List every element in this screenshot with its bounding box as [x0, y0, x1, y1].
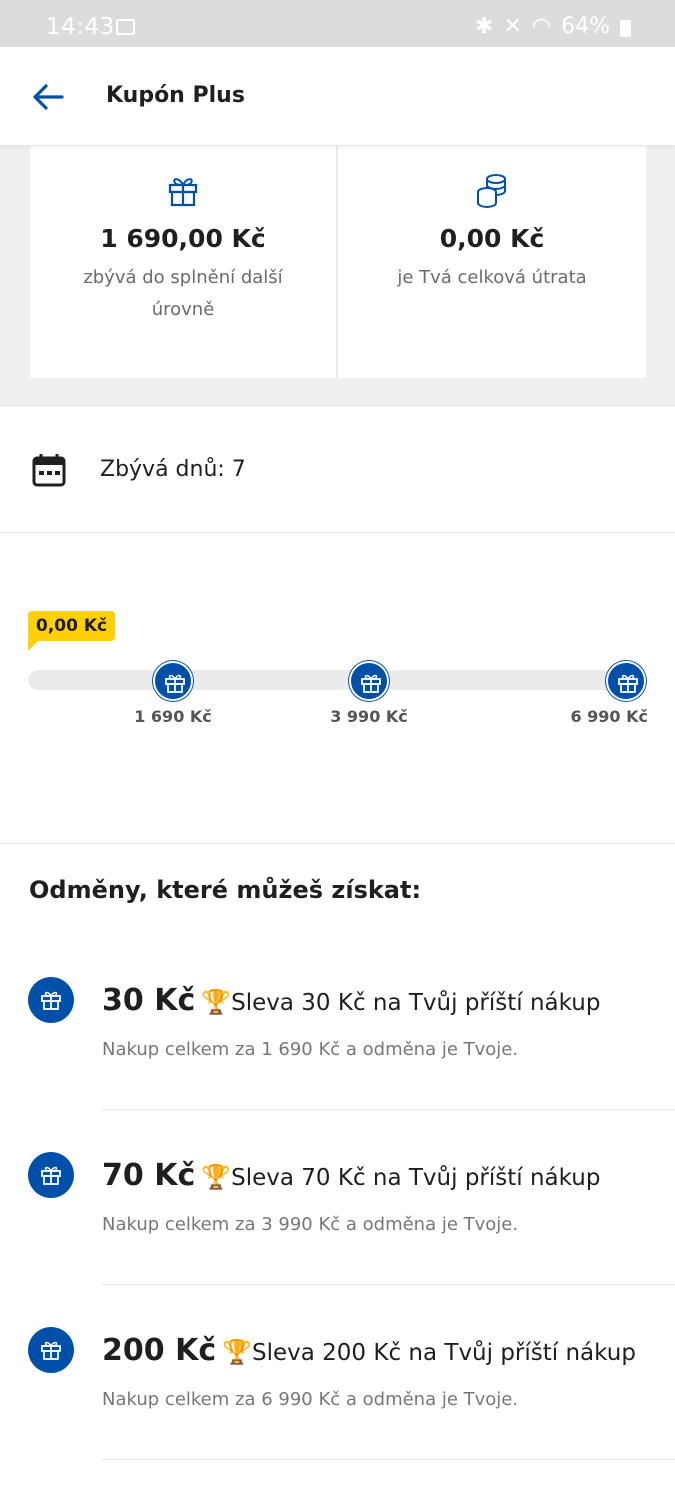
reward-condition: Nakup celkem za 1 690 Kč a odměna je Tvo… [102, 1039, 519, 1060]
bluetooth-icon: ✱ [475, 14, 494, 39]
battery-icon [620, 20, 631, 37]
divider [102, 1109, 675, 1110]
gallery-notification-icon [116, 19, 135, 35]
summary-cards: 1 690,00 Kč zbývá do splnění další úrovn… [0, 146, 675, 407]
spending-description: je Tvá celková útrata [397, 267, 587, 288]
milestone-marker [606, 661, 646, 701]
reward-gift-badge [28, 1327, 74, 1373]
divider [102, 1284, 675, 1285]
status-time: 14:43 [46, 14, 115, 40]
progress-section: 0,00 Kč 1 690 Kč 3 990 Kč 6 990 Kč [0, 533, 675, 844]
back-button[interactable] [28, 77, 68, 117]
app-bar: Kupón Plus [0, 47, 675, 146]
reward-amount: 200 Kč [102, 1333, 217, 1368]
gift-icon [168, 178, 198, 207]
remaining-description: zbývá do splnění další úrovně [83, 267, 283, 320]
reward-description: Sleva 200 Kč na Tvůj příští nákup [252, 1340, 636, 1366]
reward-amount: 30 Kč [102, 983, 196, 1018]
trophy-icon: 🏆 [201, 988, 232, 1016]
wifi-icon: ◠ [531, 14, 552, 39]
reward-description: Sleva 70 Kč na Tvůj příští nákup [231, 1165, 601, 1191]
battery-percent: 64% [561, 14, 610, 39]
coins-icon [477, 174, 506, 208]
trophy-icon: 🏆 [201, 1163, 232, 1191]
badge-pointer [28, 639, 40, 651]
gift-icon [165, 674, 185, 693]
milestone-label: 6 990 Kč [570, 707, 648, 726]
days-remaining-text: Zbývá dnů: 7 [100, 457, 246, 482]
milestone-label: 3 990 Kč [330, 707, 408, 726]
remaining-amount: 1 690,00 Kč [100, 224, 266, 253]
reward-description: Sleva 30 Kč na Tvůj příští nákup [231, 990, 601, 1016]
reward-headline: 200 Kč 🏆Sleva 200 Kč na Tvůj příští nákup [102, 1333, 636, 1368]
reward-condition: Nakup celkem za 3 990 Kč a odměna je Tvo… [102, 1214, 519, 1235]
divider [102, 1459, 675, 1460]
reward-condition: Nakup celkem za 6 990 Kč a odměna je Tvo… [102, 1389, 519, 1410]
status-indicators: ✱ ✕ ◠ 64% [475, 14, 631, 39]
gift-icon [41, 1341, 61, 1360]
gift-icon [41, 1166, 61, 1185]
status-bar: 14:43 ✱ ✕ ◠ 64% [0, 0, 675, 47]
calendar-icon [32, 454, 66, 487]
remaining-card: 1 690,00 Kč zbývá do splnění další úrovn… [30, 146, 337, 378]
days-remaining-row: Zbývá dnů: 7 [0, 407, 675, 533]
arrow-left-icon [33, 84, 64, 110]
rewards-heading: Odměny, které můžeš získat: [29, 876, 422, 904]
reward-headline: 70 Kč 🏆Sleva 70 Kč na Tvůj příští nákup [102, 1158, 600, 1193]
reward-headline: 30 Kč 🏆Sleva 30 Kč na Tvůj příští nákup [102, 983, 600, 1018]
spending-amount: 0,00 Kč [439, 224, 545, 253]
reward-gift-badge [28, 977, 74, 1023]
milestone-marker [153, 661, 193, 701]
current-spend-badge: 0,00 Kč [28, 611, 116, 641]
trophy-icon: 🏆 [222, 1338, 252, 1366]
reward-amount: 70 Kč [102, 1158, 196, 1193]
spending-card: 0,00 Kč je Tvá celková útrata [338, 146, 646, 378]
gift-icon [41, 991, 61, 1010]
mute-icon: ✕ [503, 14, 522, 39]
gift-icon [618, 674, 638, 693]
reward-gift-badge [28, 1152, 74, 1198]
gift-icon [361, 674, 381, 693]
milestone-marker [349, 661, 389, 701]
milestone-label: 1 690 Kč [134, 707, 212, 726]
page-title: Kupón Plus [106, 83, 245, 108]
progress-track [28, 670, 646, 690]
